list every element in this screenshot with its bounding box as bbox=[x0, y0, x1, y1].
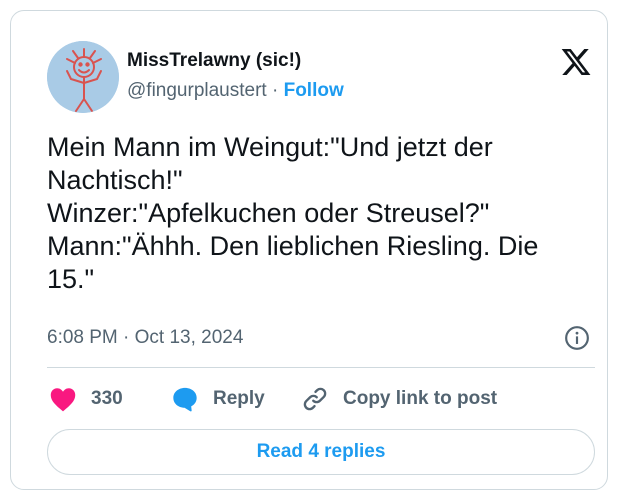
separator: · bbox=[271, 80, 279, 101]
heart-icon bbox=[50, 388, 76, 412]
copy-link-label: Copy link to post bbox=[343, 388, 498, 409]
follow-link[interactable]: Follow bbox=[284, 80, 344, 101]
timestamp[interactable]: 6:08 PM · Oct 13, 2024 bbox=[47, 325, 243, 351]
like-count: 330 bbox=[91, 388, 123, 409]
read-replies-button[interactable]: Read 4 replies bbox=[47, 429, 595, 475]
display-name[interactable]: MissTrelawny (sic!) bbox=[127, 49, 344, 73]
speech-bubble-icon bbox=[173, 387, 197, 412]
tweet-card: MissTrelawny (sic!) @fingurplaustert · F… bbox=[10, 10, 608, 490]
author-block: MissTrelawny (sic!) @fingurplaustert · F… bbox=[127, 49, 344, 103]
handle[interactable]: @fingurplaustert bbox=[127, 80, 267, 101]
tweet-line: Winzer:"Apfelkuchen oder Streusel?" bbox=[47, 198, 490, 228]
link-icon bbox=[303, 387, 327, 411]
tweet-text: Mein Mann im Weingut:"Und jetzt der Nach… bbox=[47, 131, 587, 296]
avatar[interactable] bbox=[47, 41, 119, 113]
x-logo-icon[interactable] bbox=[560, 46, 592, 78]
tweet-line: 15." bbox=[47, 264, 95, 294]
reply-button[interactable]: Reply bbox=[171, 383, 265, 415]
tweet-line: Mein Mann im Weingut:"Und jetzt der bbox=[47, 132, 493, 162]
tweet-line: Mann:"Ähhh. Den lieblichen Riesling. Die bbox=[47, 231, 539, 261]
copy-link-button[interactable]: Copy link to post bbox=[301, 383, 497, 415]
info-icon[interactable] bbox=[564, 325, 590, 351]
like-button[interactable]: 330 bbox=[49, 383, 123, 415]
reply-label: Reply bbox=[213, 388, 265, 409]
divider bbox=[47, 367, 595, 368]
handle-row: @fingurplaustert · Follow bbox=[127, 79, 344, 103]
tweet-line: Nachtisch!" bbox=[47, 165, 183, 195]
stick-figure-sun-avatar-icon bbox=[47, 41, 119, 113]
